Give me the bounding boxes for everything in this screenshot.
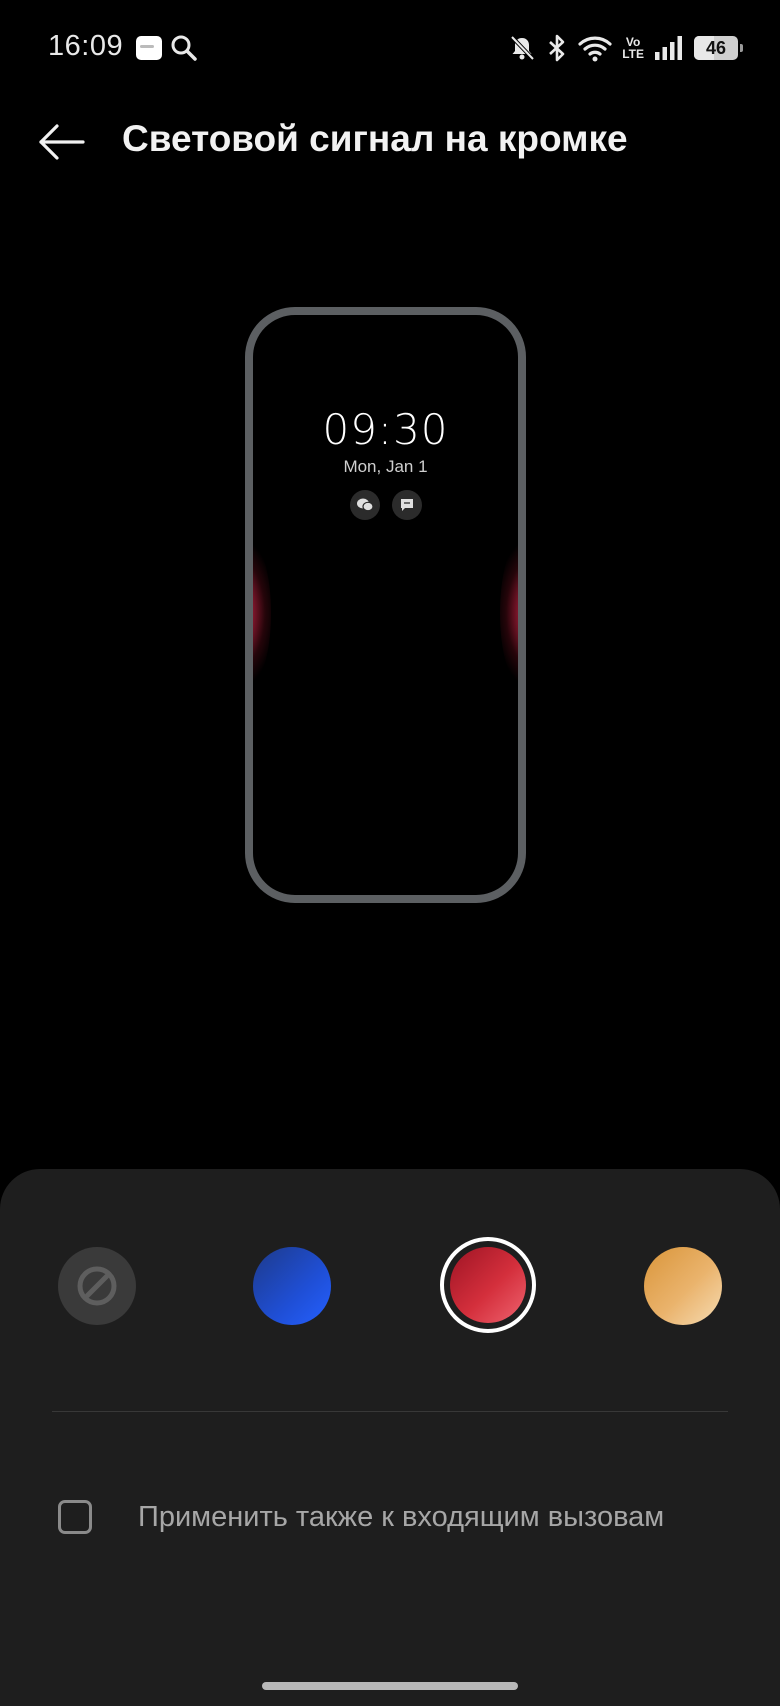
chat-bubbles-icon (349, 490, 380, 520)
home-indicator[interactable] (262, 1682, 518, 1690)
divider (52, 1411, 728, 1412)
page-title: Световой сигнал на кромке (122, 118, 628, 159)
color-option-none[interactable] (58, 1247, 136, 1325)
battery-icon: 46 (694, 36, 743, 60)
status-bar: 16:09 Vo LTE 46 (0, 0, 780, 96)
color-option-red-selected[interactable] (440, 1237, 536, 1333)
battery-level: 46 (705, 37, 727, 58)
status-icons: Vo LTE 46 (508, 30, 743, 66)
volte-bottom-text: LTE (622, 47, 644, 61)
edge-glow-left (253, 543, 271, 683)
status-time: 16:09 (48, 30, 124, 62)
back-button[interactable] (34, 118, 88, 166)
volte-indicator: Vo LTE (622, 36, 644, 60)
color-option-gold[interactable] (644, 1247, 722, 1325)
edge-light-preview: 09:30 Mon, Jan 1 (245, 307, 526, 903)
preview-clock: 09:30 (322, 405, 449, 454)
search-icon (171, 35, 197, 61)
edge-glow-right (500, 543, 518, 683)
signal-icon (655, 36, 682, 60)
wifi-icon (578, 36, 612, 62)
apply-to-calls-checkbox[interactable] (58, 1500, 92, 1534)
preview-notification-icons (253, 490, 518, 520)
realme-app-icon (136, 36, 162, 60)
color-option-blue[interactable] (253, 1247, 331, 1325)
apply-to-calls-label[interactable]: Применить также к входящим вызовам (138, 1501, 664, 1534)
bell-muted-icon (510, 35, 535, 61)
block-icon (77, 1266, 117, 1306)
arrow-left-icon (39, 124, 85, 160)
message-icon (391, 490, 422, 520)
bottom-sheet: Применить также к входящим вызовам (0, 1169, 780, 1706)
bluetooth-icon (549, 34, 565, 62)
color-option-red (450, 1247, 526, 1323)
preview-date: Mon, Jan 1 (343, 457, 428, 476)
